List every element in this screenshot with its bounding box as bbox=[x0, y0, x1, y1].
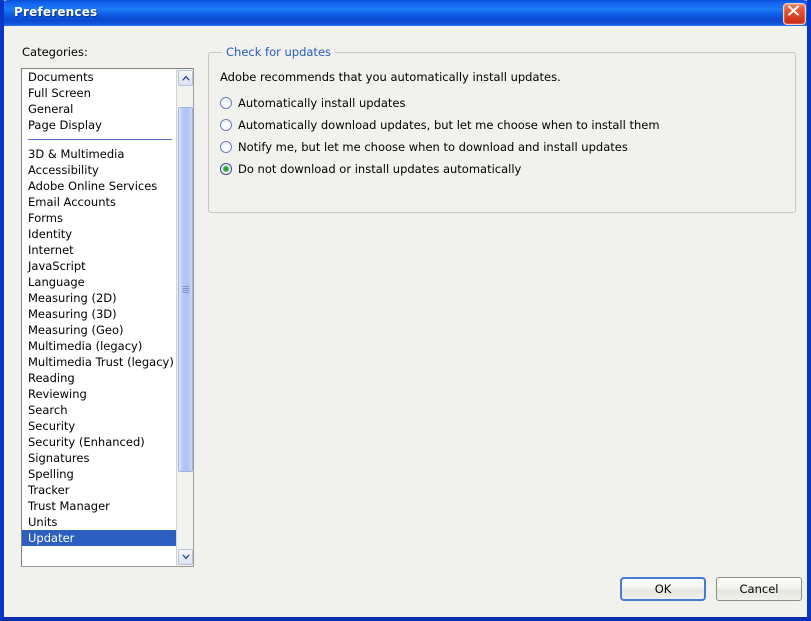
list-item[interactable]: Measuring (Geo) bbox=[22, 322, 176, 338]
list-item[interactable]: Trust Manager bbox=[22, 498, 176, 514]
list-item[interactable]: Measuring (3D) bbox=[22, 306, 176, 322]
radio-selected-icon[interactable] bbox=[220, 163, 232, 175]
list-item[interactable]: Language bbox=[22, 274, 176, 290]
list-item[interactable]: Tracker bbox=[22, 482, 176, 498]
list-item[interactable]: Spelling bbox=[22, 466, 176, 482]
list-item[interactable]: 3D & Multimedia bbox=[22, 146, 176, 162]
list-item[interactable]: Internet bbox=[22, 242, 176, 258]
radio-option-3[interactable]: Notify me, but let me choose when to dow… bbox=[220, 140, 628, 154]
list-item[interactable]: Page Display bbox=[22, 117, 176, 133]
list-item[interactable]: Multimedia Trust (legacy) bbox=[22, 354, 176, 370]
list-item[interactable]: Identity bbox=[22, 226, 176, 242]
list-item[interactable]: Security bbox=[22, 418, 176, 434]
list-separator bbox=[22, 133, 176, 146]
radio-option-label: Notify me, but let me choose when to dow… bbox=[238, 140, 628, 154]
list-item[interactable]: Search bbox=[22, 402, 176, 418]
radio-option-label: Automatically install updates bbox=[238, 96, 406, 110]
radio-option-label: Do not download or install updates autom… bbox=[238, 162, 522, 176]
categories-scrollbar[interactable] bbox=[176, 69, 193, 566]
list-item[interactable]: Email Accounts bbox=[22, 194, 176, 210]
list-item[interactable]: Reading bbox=[22, 370, 176, 386]
scrollbar-thumb[interactable] bbox=[178, 107, 193, 472]
categories-listbox[interactable]: Documents Full Screen General Page Display 3… bbox=[21, 68, 194, 567]
list-item[interactable]: Units bbox=[22, 514, 176, 530]
list-item[interactable]: General bbox=[22, 101, 176, 117]
list-item[interactable]: Updater bbox=[22, 530, 176, 546]
ok-button[interactable]: OK bbox=[620, 577, 706, 601]
radio-unselected-icon[interactable] bbox=[220, 141, 232, 153]
list-item[interactable]: Reviewing bbox=[22, 386, 176, 402]
list-item[interactable]: Forms bbox=[22, 210, 176, 226]
chevron-down-icon[interactable] bbox=[178, 549, 193, 565]
list-item[interactable]: Signatures bbox=[22, 450, 176, 466]
radio-option-2[interactable]: Automatically download updates, but let … bbox=[220, 118, 660, 132]
list-item[interactable]: JavaScript bbox=[22, 258, 176, 274]
title-bar: Preferences bbox=[4, 0, 807, 26]
list-item[interactable]: Security (Enhanced) bbox=[22, 434, 176, 450]
group-description: Adobe recommends that you automatically … bbox=[220, 70, 561, 84]
window-title: Preferences bbox=[14, 5, 98, 19]
categories-label: Categories: bbox=[22, 45, 88, 59]
radio-unselected-icon[interactable] bbox=[220, 97, 232, 109]
list-item[interactable]: Documents bbox=[22, 69, 176, 85]
list-item[interactable]: Adobe Online Services bbox=[22, 178, 176, 194]
scrollbar-grip-icon bbox=[182, 285, 189, 294]
preferences-dialog: Preferences Categories: Documents Full Sc… bbox=[0, 0, 811, 621]
categories-list[interactable]: Documents Full Screen General Page Display 3… bbox=[22, 69, 176, 566]
radio-unselected-icon[interactable] bbox=[220, 119, 232, 131]
list-item[interactable]: Multimedia (legacy) bbox=[22, 338, 176, 354]
radio-option-1[interactable]: Automatically install updates bbox=[220, 96, 405, 110]
radio-option-4[interactable]: Do not download or install updates autom… bbox=[220, 162, 521, 176]
cancel-button[interactable]: Cancel bbox=[716, 577, 802, 601]
list-item[interactable]: Measuring (2D) bbox=[22, 290, 176, 306]
chevron-up-icon[interactable] bbox=[178, 70, 193, 86]
radio-option-label: Automatically download updates, but let … bbox=[238, 118, 660, 132]
list-item[interactable]: Full Screen bbox=[22, 85, 176, 101]
close-icon[interactable] bbox=[783, 3, 806, 25]
group-legend: Check for updates bbox=[222, 45, 336, 59]
list-item[interactable]: Accessibility bbox=[22, 162, 176, 178]
